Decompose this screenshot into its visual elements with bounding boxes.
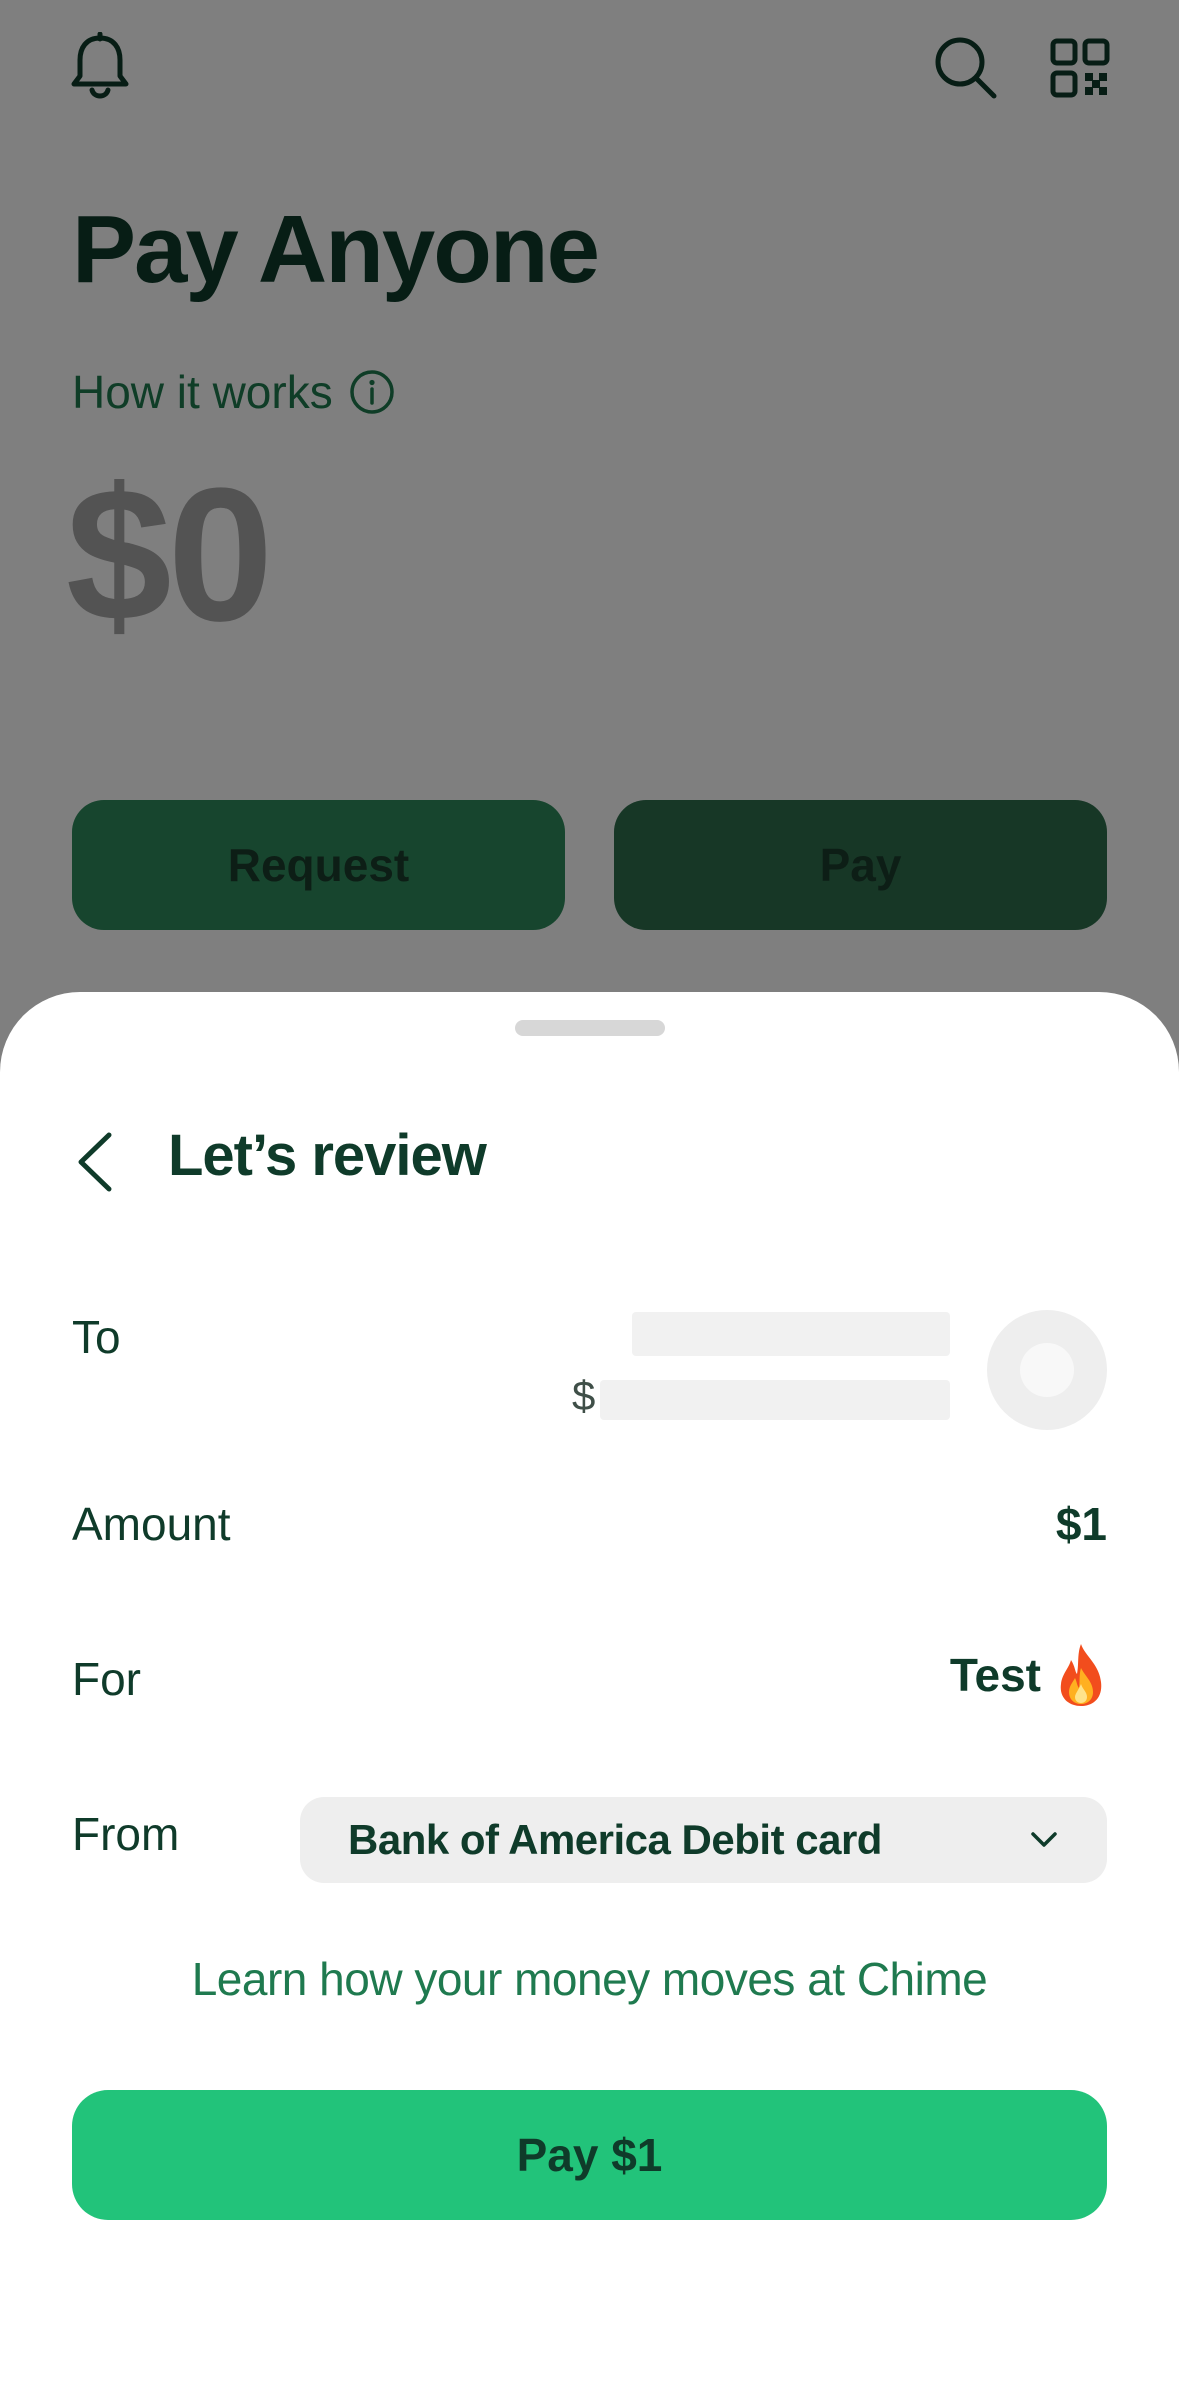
chevron-down-icon	[1031, 1832, 1057, 1847]
funding-source-select[interactable]: Bank of America Debit card	[300, 1797, 1107, 1883]
sheet-drag-handle[interactable]	[515, 1020, 665, 1036]
from-label: From	[72, 1808, 180, 1860]
learn-money-moves-link[interactable]: Learn how your money moves at Chime	[0, 1952, 1179, 2006]
funding-source-value: Bank of America Debit card	[348, 1816, 882, 1863]
fire-emoji-icon	[1060, 1644, 1102, 1706]
for-label: For	[72, 1653, 141, 1705]
recipient-avatar	[987, 1310, 1107, 1430]
chevron-left-icon	[78, 1132, 112, 1192]
recipient-name-redacted	[632, 1312, 950, 1356]
review-sheet: Let’s review To $ Amount $1 For Test Fro…	[0, 992, 1179, 2396]
back-button[interactable]	[60, 1127, 130, 1197]
sheet-title: Let’s review	[168, 1123, 487, 1188]
to-label: To	[72, 1311, 121, 1363]
recipient-cashtag-symbol: $	[572, 1372, 596, 1419]
confirm-pay-button[interactable]: Pay $1	[72, 2090, 1107, 2220]
amount-value-text: $1	[1055, 1498, 1107, 1550]
recipient-handle-redacted	[600, 1380, 950, 1420]
amount-value: $1	[1056, 1497, 1107, 1551]
for-value: Test	[950, 1642, 1107, 1708]
amount-label: Amount	[72, 1498, 231, 1550]
for-value-text: Test	[949, 1649, 1041, 1701]
